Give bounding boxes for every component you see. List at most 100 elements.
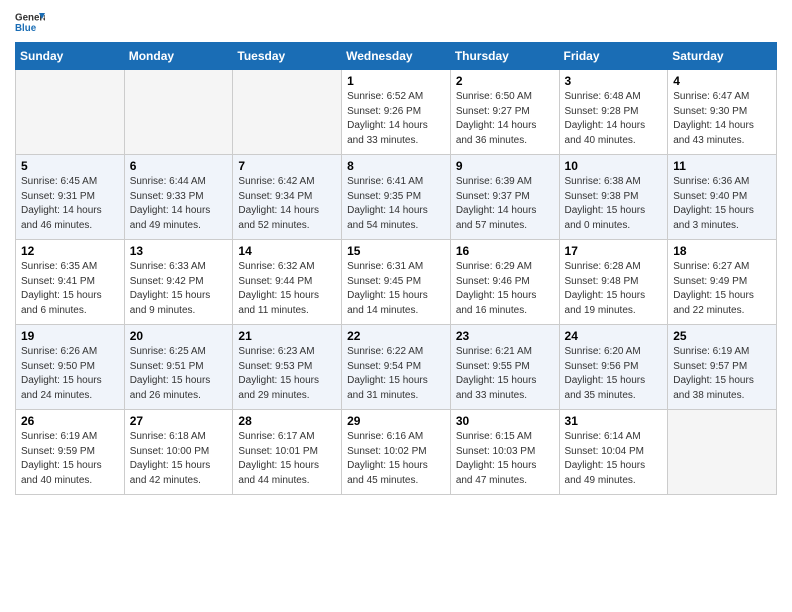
day-of-week-header: Sunday [16,43,125,70]
logo: General Blue [15,10,45,34]
day-info: Sunrise: 6:39 AM Sunset: 9:37 PM Dayligh… [456,175,554,233]
day-info: Sunrise: 6:32 AM Sunset: 9:44 PM Dayligh… [238,260,336,318]
calendar-cell: 13 Sunrise: 6:33 AM Sunset: 9:42 PM Dayli… [124,240,233,325]
day-number: 20 [130,329,228,343]
day-number: 25 [673,329,771,343]
calendar-cell: 19 Sunrise: 6:26 AM Sunset: 9:50 PM Dayli… [16,325,125,410]
day-info: Sunrise: 6:28 AM Sunset: 9:48 PM Dayligh… [565,260,663,318]
day-number: 1 [347,74,445,88]
day-number: 9 [456,159,554,173]
svg-text:Blue: Blue [15,23,37,34]
day-info: Sunrise: 6:26 AM Sunset: 9:50 PM Dayligh… [21,345,119,403]
day-number: 7 [238,159,336,173]
day-number: 14 [238,244,336,258]
day-of-week-header: Tuesday [233,43,342,70]
calendar-cell: 21 Sunrise: 6:23 AM Sunset: 9:53 PM Dayli… [233,325,342,410]
calendar-cell [16,70,125,155]
day-number: 3 [565,74,663,88]
calendar-cell: 29Sunrise: 6:16 AM Sunset: 10:02 PM Dayl… [342,410,451,495]
calendar-week-row: 19 Sunrise: 6:26 AM Sunset: 9:50 PM Dayli… [16,325,777,410]
day-info: Sunrise: 6:50 AM Sunset: 9:27 PM Dayligh… [456,90,554,148]
day-info: Sunrise: 6:27 AM Sunset: 9:49 PM Dayligh… [673,260,771,318]
day-of-week-header: Monday [124,43,233,70]
day-number: 6 [130,159,228,173]
calendar-cell: 11 Sunrise: 6:36 AM Sunset: 9:40 PM Dayli… [668,155,777,240]
calendar-cell: 23 Sunrise: 6:21 AM Sunset: 9:55 PM Dayli… [450,325,559,410]
calendar-cell [668,410,777,495]
calendar-cell [124,70,233,155]
calendar-week-row: 5 Sunrise: 6:45 AM Sunset: 9:31 PM Daylig… [16,155,777,240]
calendar-table: SundayMondayTuesdayWednesdayThursdayFrid… [15,42,777,495]
day-number: 10 [565,159,663,173]
day-number: 22 [347,329,445,343]
day-info: Sunrise: 6:35 AM Sunset: 9:41 PM Dayligh… [21,260,119,318]
day-info: Sunrise: 6:33 AM Sunset: 9:42 PM Dayligh… [130,260,228,318]
day-of-week-header: Friday [559,43,668,70]
day-number: 23 [456,329,554,343]
day-number: 5 [21,159,119,173]
calendar-cell: 7 Sunrise: 6:42 AM Sunset: 9:34 PM Daylig… [233,155,342,240]
day-number: 28 [238,414,336,428]
day-number: 27 [130,414,228,428]
day-of-week-header: Thursday [450,43,559,70]
day-info: Sunrise: 6:44 AM Sunset: 9:33 PM Dayligh… [130,175,228,233]
day-of-week-header: Wednesday [342,43,451,70]
calendar-cell: 24 Sunrise: 6:20 AM Sunset: 9:56 PM Dayli… [559,325,668,410]
day-info: Sunrise: 6:47 AM Sunset: 9:30 PM Dayligh… [673,90,771,148]
day-number: 4 [673,74,771,88]
calendar-cell: 31 Sunrise: 6:14 AM Sunset: 10:04 PM Dayl… [559,410,668,495]
day-info: Sunrise: 6:21 AM Sunset: 9:55 PM Dayligh… [456,345,554,403]
calendar-cell: 22Sunrise: 6:22 AM Sunset: 9:54 PM Dayli… [342,325,451,410]
day-of-week-header: Saturday [668,43,777,70]
calendar-week-row: 12Sunrise: 6:35 AM Sunset: 9:41 PM Dayli… [16,240,777,325]
day-number: 31 [565,414,663,428]
calendar-cell: 6 Sunrise: 6:44 AM Sunset: 9:33 PM Daylig… [124,155,233,240]
calendar-cell: 5 Sunrise: 6:45 AM Sunset: 9:31 PM Daylig… [16,155,125,240]
day-info: Sunrise: 6:23 AM Sunset: 9:53 PM Dayligh… [238,345,336,403]
day-number: 13 [130,244,228,258]
day-number: 2 [456,74,554,88]
day-number: 17 [565,244,663,258]
calendar-week-row: 1 Sunrise: 6:52 AM Sunset: 9:26 PM Daylig… [16,70,777,155]
day-info: Sunrise: 6:19 AM Sunset: 9:59 PM Dayligh… [21,430,119,488]
day-info: Sunrise: 6:36 AM Sunset: 9:40 PM Dayligh… [673,175,771,233]
day-info: Sunrise: 6:48 AM Sunset: 9:28 PM Dayligh… [565,90,663,148]
calendar-cell: 17 Sunrise: 6:28 AM Sunset: 9:48 PM Dayli… [559,240,668,325]
day-number: 26 [21,414,119,428]
day-number: 21 [238,329,336,343]
day-info: Sunrise: 6:15 AM Sunset: 10:03 PM Daylig… [456,430,554,488]
calendar-cell: 4 Sunrise: 6:47 AM Sunset: 9:30 PM Daylig… [668,70,777,155]
day-number: 19 [21,329,119,343]
calendar-cell: 3 Sunrise: 6:48 AM Sunset: 9:28 PM Daylig… [559,70,668,155]
calendar-cell [233,70,342,155]
day-info: Sunrise: 6:18 AM Sunset: 10:00 PM Daylig… [130,430,228,488]
calendar-cell: 18Sunrise: 6:27 AM Sunset: 9:49 PM Dayli… [668,240,777,325]
calendar-cell: 1 Sunrise: 6:52 AM Sunset: 9:26 PM Daylig… [342,70,451,155]
calendar-cell: 2 Sunrise: 6:50 AM Sunset: 9:27 PM Daylig… [450,70,559,155]
calendar-cell: 14 Sunrise: 6:32 AM Sunset: 9:44 PM Dayli… [233,240,342,325]
day-number: 30 [456,414,554,428]
day-info: Sunrise: 6:14 AM Sunset: 10:04 PM Daylig… [565,430,663,488]
calendar-cell: 26 Sunrise: 6:19 AM Sunset: 9:59 PM Dayli… [16,410,125,495]
day-info: Sunrise: 6:19 AM Sunset: 9:57 PM Dayligh… [673,345,771,403]
calendar-cell: 25 Sunrise: 6:19 AM Sunset: 9:57 PM Dayli… [668,325,777,410]
calendar-cell: 20 Sunrise: 6:25 AM Sunset: 9:51 PM Dayli… [124,325,233,410]
day-info: Sunrise: 6:41 AM Sunset: 9:35 PM Dayligh… [347,175,445,233]
day-info: Sunrise: 6:42 AM Sunset: 9:34 PM Dayligh… [238,175,336,233]
calendar-cell: 28 Sunrise: 6:17 AM Sunset: 10:01 PM Dayl… [233,410,342,495]
calendar-cell: 16Sunrise: 6:29 AM Sunset: 9:46 PM Dayli… [450,240,559,325]
calendar-cell: 27 Sunrise: 6:18 AM Sunset: 10:00 PM Dayl… [124,410,233,495]
calendar-cell: 15Sunrise: 6:31 AM Sunset: 9:45 PM Dayli… [342,240,451,325]
calendar-cell: 10Sunrise: 6:38 AM Sunset: 9:38 PM Dayli… [559,155,668,240]
day-number: 29 [347,414,445,428]
day-info: Sunrise: 6:52 AM Sunset: 9:26 PM Dayligh… [347,90,445,148]
calendar-header-row: SundayMondayTuesdayWednesdayThursdayFrid… [16,43,777,70]
day-info: Sunrise: 6:25 AM Sunset: 9:51 PM Dayligh… [130,345,228,403]
day-info: Sunrise: 6:31 AM Sunset: 9:45 PM Dayligh… [347,260,445,318]
day-info: Sunrise: 6:17 AM Sunset: 10:01 PM Daylig… [238,430,336,488]
day-info: Sunrise: 6:20 AM Sunset: 9:56 PM Dayligh… [565,345,663,403]
day-number: 11 [673,159,771,173]
day-info: Sunrise: 6:45 AM Sunset: 9:31 PM Dayligh… [21,175,119,233]
logo-icon: General Blue [15,10,45,34]
day-number: 24 [565,329,663,343]
